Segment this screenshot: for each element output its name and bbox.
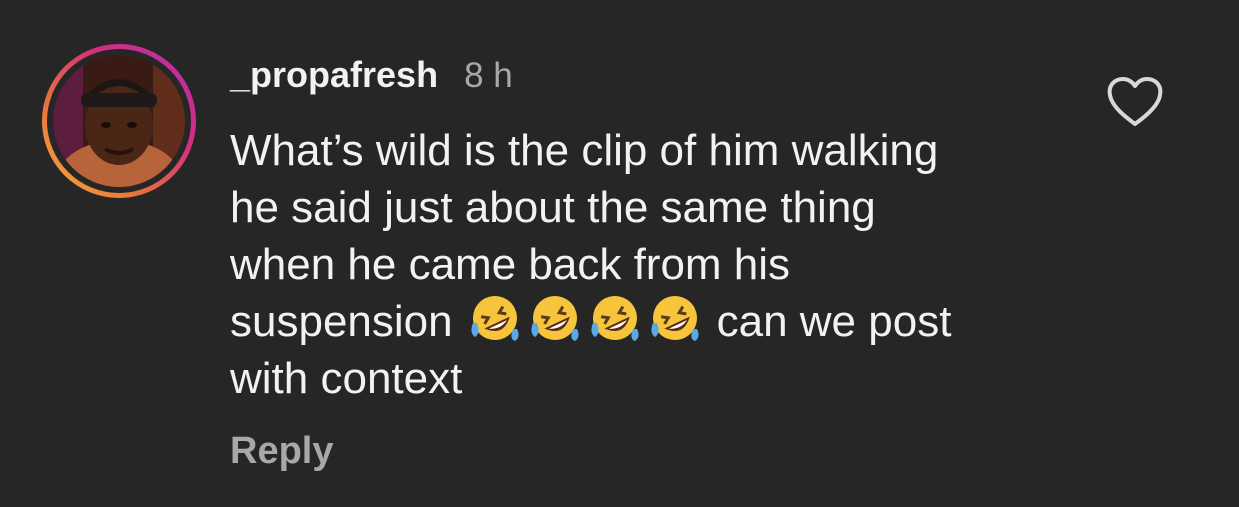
rolling-on-floor-laughing-emoji [591, 296, 639, 341]
comment-words-can-we-post: can we post [716, 297, 952, 346]
comment-line: suspension can we post [230, 293, 1090, 350]
comment-row: _propafresh 8 h What’s wild is the clip … [0, 0, 1239, 507]
comment-line: What’s wild is the clip of him walking [230, 126, 939, 175]
comment-header: _propafresh 8 h [230, 54, 513, 98]
username-link[interactable]: _propafresh [230, 54, 438, 96]
rolling-on-floor-laughing-emoji [531, 296, 579, 341]
reply-button[interactable]: Reply [230, 430, 333, 473]
avatar-gap [47, 49, 191, 193]
comment-timestamp: 8 h [464, 56, 513, 95]
rolling-on-floor-laughing-emoji [651, 296, 699, 341]
heart-outline-icon[interactable] [1106, 76, 1164, 128]
rolling-on-floor-laughing-emoji [471, 296, 519, 341]
comment-line: when he came back from his [230, 240, 791, 289]
comment-line: he said just about the same thing [230, 183, 876, 232]
comment-text: What’s wild is the clip of him walking h… [230, 122, 1090, 407]
emoji-group [467, 293, 703, 343]
avatar[interactable] [42, 44, 196, 198]
avatar-photo [53, 55, 185, 187]
comment-word-suspension: suspension [230, 297, 453, 346]
comment-line: with context [230, 354, 463, 403]
avatar-photo-graphic [53, 55, 185, 187]
